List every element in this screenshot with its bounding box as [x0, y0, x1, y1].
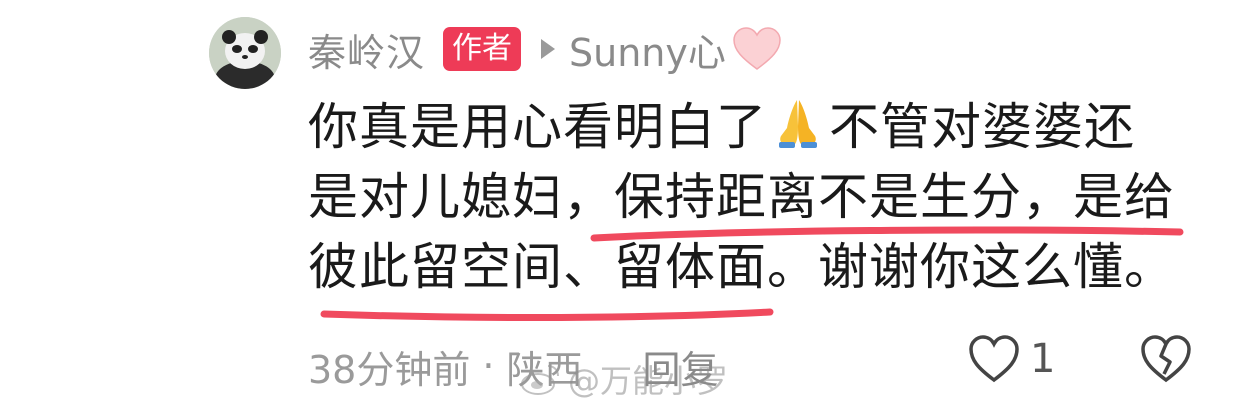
play-arrow-icon — [541, 39, 556, 59]
like-count: 1 — [1030, 336, 1056, 382]
comment-header: 秦岭汉 作者 Sunny心 — [308, 20, 782, 78]
author-badge: 作者 — [443, 27, 522, 71]
comment-body: 你真是用心看明白了 不管对婆婆还 是对儿媳妇，保持距离不是生分，是给 彼此留空间… — [308, 92, 1208, 302]
comment-text-line3: 彼此留空间、留体面。谢谢你这么懂。 — [308, 238, 1175, 296]
heart-outline-icon — [969, 335, 1019, 383]
separator-dot: · — [482, 344, 495, 388]
weibo-logo-icon — [521, 365, 559, 395]
panda-avatar-icon — [209, 17, 281, 89]
watermark: @万能小罗 — [520, 356, 728, 402]
praying-hands-emoji — [779, 100, 817, 148]
broken-heart-icon[interactable] — [1140, 334, 1192, 384]
watermark-text: @万能小罗 — [568, 362, 729, 400]
comment-text-line2: 是对儿媳妇，保持距离不是生分，是给 — [308, 168, 1175, 226]
username[interactable]: 秦岭汉 — [308, 22, 425, 77]
comment-text-line1b: 不管对婆婆还 — [829, 98, 1135, 156]
highlight-underline — [320, 308, 774, 321]
like-button[interactable]: 1 — [968, 334, 1055, 384]
comment-time: 38分钟前 — [308, 347, 471, 392]
reply-target-username[interactable]: Sunny心 — [569, 22, 726, 77]
highlight-underline — [590, 226, 1184, 242]
pink-heart-emoji — [733, 27, 781, 70]
comment-text-line1a: 你真是用心看明白了 — [308, 98, 767, 156]
avatar[interactable] — [209, 17, 281, 89]
